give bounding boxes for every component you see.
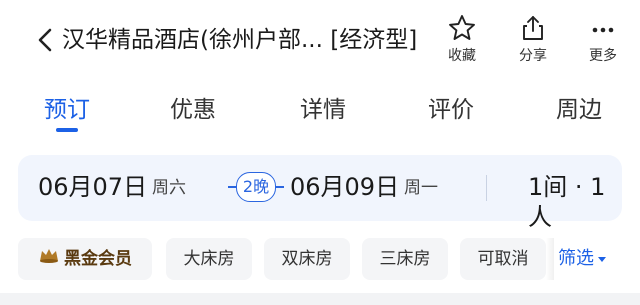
share-label: 分享 (519, 48, 547, 64)
favorite-button[interactable]: 收藏 (434, 12, 490, 64)
date-selector[interactable]: 06月07日 周六 2晚 06月09日 周一 1间 · 1人 (18, 155, 622, 231)
chip-vip-member[interactable]: 黑金会员 (18, 238, 152, 280)
back-button[interactable] (32, 24, 60, 56)
checkin-weekday: 周六 (152, 178, 186, 198)
nights-indicator: 2晚 (228, 172, 286, 202)
rooms-guests[interactable]: 1间 · 1人 (528, 172, 622, 232)
tab-nearby[interactable]: 周边 (551, 94, 607, 126)
favorite-label: 收藏 (448, 48, 476, 64)
chip-triple-bed[interactable]: 三床房 (362, 238, 448, 280)
share-icon (523, 16, 543, 40)
filter-divider-shadow (546, 238, 554, 280)
checkin-date[interactable]: 06月07日 (38, 172, 147, 202)
tab-booking[interactable]: 预订 (39, 94, 95, 126)
nights-line-right (276, 186, 284, 188)
active-tab-indicator (56, 128, 78, 132)
caret-down-icon (598, 256, 606, 262)
app-header: 汉华精品酒店(徐州户部... [经济型] 收藏 分享 更多 (0, 0, 640, 80)
nights-line-left (228, 186, 236, 188)
crown-icon (38, 238, 60, 280)
chip-vip-label: 黑金会员 (64, 249, 132, 269)
tab-reviews[interactable]: 评价 (423, 94, 479, 126)
tab-deals[interactable]: 优惠 (165, 94, 221, 126)
star-icon (449, 15, 475, 40)
more-label: 更多 (589, 48, 617, 64)
tab-details[interactable]: 详情 (295, 94, 351, 126)
filter-chips: 黑金会员 大床房 双床房 三床房 可取消 筛选 (0, 238, 640, 282)
chevron-left-icon (38, 28, 52, 52)
more-button[interactable]: 更多 (575, 12, 631, 64)
filter-label: 筛选 (558, 248, 594, 269)
checkout-date[interactable]: 06月09日 (290, 172, 399, 202)
checkout-weekday: 周一 (404, 178, 438, 198)
chip-twin-bed[interactable]: 双床房 (264, 238, 350, 280)
chip-cancellable[interactable]: 可取消 (460, 238, 546, 280)
share-button[interactable]: 分享 (505, 12, 561, 64)
divider (486, 175, 487, 201)
section-tabs: 预订 优惠 详情 评价 周边 (0, 86, 640, 138)
section-separator (0, 293, 640, 305)
nights-badge: 2晚 (236, 172, 276, 202)
more-icon (592, 27, 614, 33)
chip-king-bed[interactable]: 大床房 (166, 238, 252, 280)
hotel-title: 汉华精品酒店(徐州户部... [经济型] (62, 27, 418, 53)
filter-button[interactable]: 筛选 (558, 238, 606, 280)
